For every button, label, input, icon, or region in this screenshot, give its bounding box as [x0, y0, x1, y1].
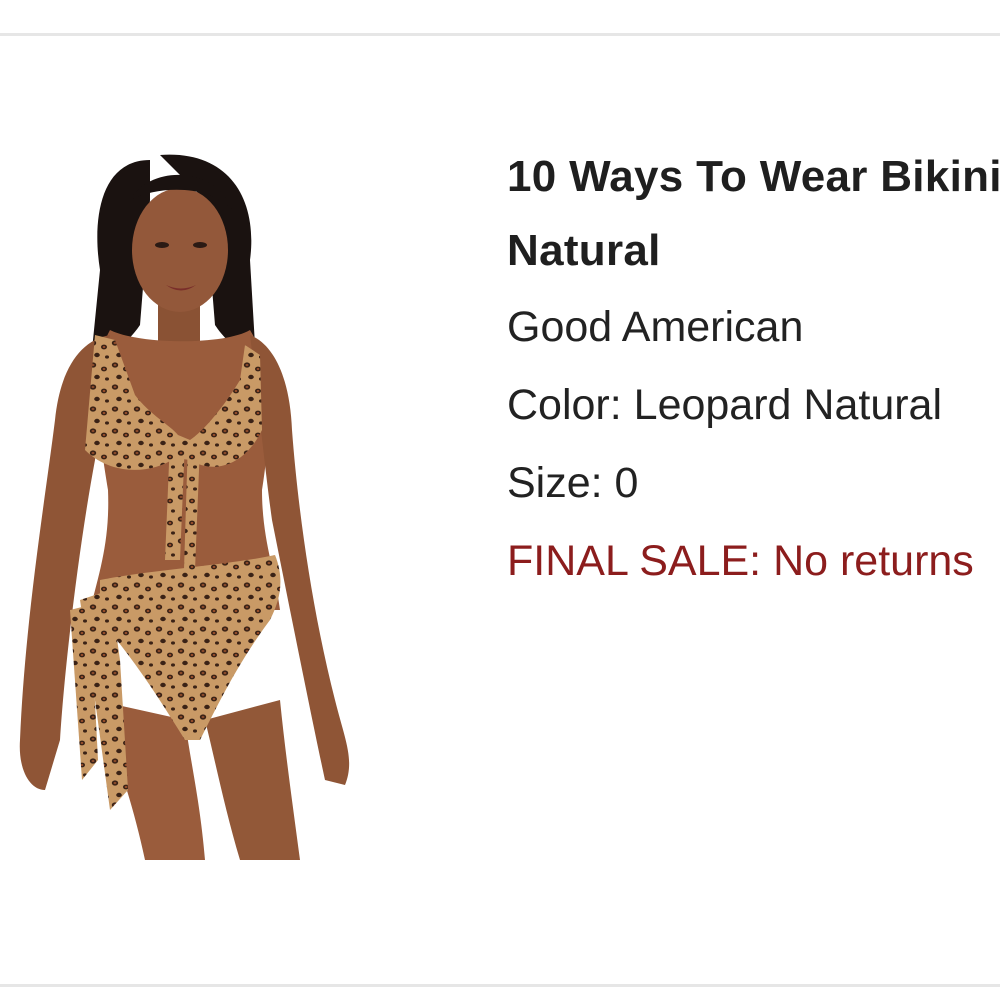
- product-details: 10 Ways To Wear Bikini Top in Leopard Na…: [507, 140, 1000, 600]
- brand-name: Good American: [507, 303, 804, 351]
- color-label: Color: Leopard Natural: [507, 381, 943, 429]
- product-title-line-2[interactable]: Natural: [507, 214, 1000, 288]
- top-divider: [0, 33, 1000, 36]
- model-photo: [19, 154, 350, 860]
- size-label: Size: 0: [507, 459, 639, 507]
- product-title-line-1[interactable]: 10 Ways To Wear Bikini Top in Leopard: [507, 140, 1000, 214]
- bottom-divider: [0, 984, 1000, 987]
- order-item-card: 10 Ways To Wear Bikini Top in Leopard Na…: [0, 0, 1000, 1000]
- product-image[interactable]: [0, 140, 380, 860]
- final-sale-notice: FINAL SALE: No returns: [507, 537, 974, 585]
